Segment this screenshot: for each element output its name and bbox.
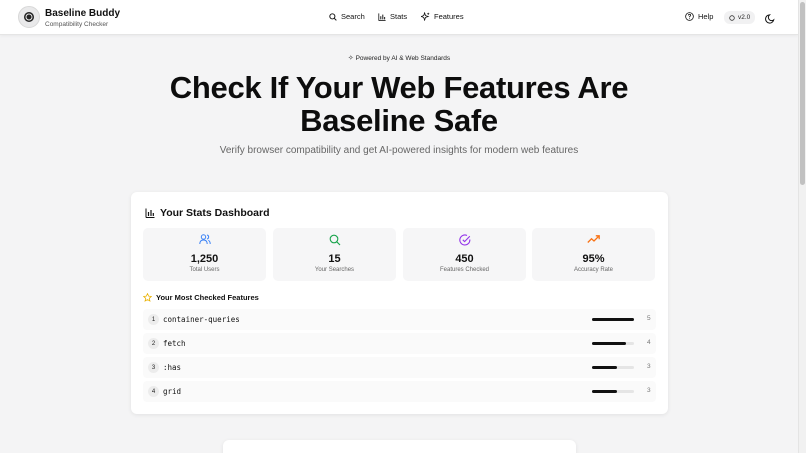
features-title-label: Your Most Checked Features xyxy=(156,293,259,302)
hero-subtitle: Verify browser compatibility and get AI-… xyxy=(219,145,579,156)
nav-stats-label: Stats xyxy=(390,12,408,21)
features-title: Your Most Checked Features xyxy=(143,293,259,302)
circle-icon xyxy=(729,14,735,21)
theme-toggle[interactable] xyxy=(765,11,776,29)
moon-icon xyxy=(765,14,775,24)
feature-row[interactable]: 2 fetch 4 xyxy=(143,333,656,354)
feature-bar-fill xyxy=(592,390,618,393)
feature-rank: 2 xyxy=(148,338,159,349)
stat-label: Features Checked xyxy=(439,267,490,273)
bar-chart-icon xyxy=(145,208,155,218)
next-section-card xyxy=(223,440,576,453)
feature-count: 4 xyxy=(647,339,651,346)
brand-subtitle: Compatibility Checker xyxy=(45,21,109,28)
feature-row[interactable]: 4 grid 3 xyxy=(143,381,656,402)
powered-label: Powered by AI & Web Standards xyxy=(355,55,451,62)
users-icon xyxy=(198,234,211,245)
help-button[interactable]: Help xyxy=(685,12,713,21)
sparkle-icon: ✧ xyxy=(347,55,354,62)
trending-up-icon xyxy=(587,235,600,243)
stat-label: Your Searches xyxy=(314,267,355,273)
stat-value: 95% xyxy=(582,253,605,265)
feature-bar-fill xyxy=(592,366,618,369)
feature-bar xyxy=(592,342,634,345)
nav-search-label: Search xyxy=(341,12,365,21)
hero-title-line1: Check If Your Web Features Are xyxy=(169,70,629,105)
feature-bar xyxy=(592,318,634,321)
hero-title-line2: Baseline Safe xyxy=(300,103,498,138)
stat-total-users: 1,250 Total Users xyxy=(143,228,266,281)
feature-name: container-queries xyxy=(163,315,240,324)
feature-name: :has xyxy=(163,363,182,372)
hero-title: Check If Your Web Features Are Baseline … xyxy=(0,71,798,137)
nav-search[interactable]: Search xyxy=(329,12,365,21)
feature-count: 3 xyxy=(647,387,651,394)
stats-dashboard-card: Your Stats Dashboard 1,250 Total Users 1… xyxy=(131,192,668,414)
powered-badge: ✧ Powered by AI & Web Standards xyxy=(0,54,798,62)
version-badge: v2.0 xyxy=(724,11,756,24)
feature-count: 5 xyxy=(647,315,651,322)
search-icon xyxy=(329,12,337,21)
help-circle-icon xyxy=(685,12,694,21)
feature-bar-fill xyxy=(592,318,634,321)
stat-value: 1,250 xyxy=(190,253,219,265)
nav-stats[interactable]: Stats xyxy=(378,12,407,21)
stat-your-searches: 15 Your Searches xyxy=(273,228,396,281)
scrollbar-thumb[interactable] xyxy=(800,2,805,185)
feature-bar xyxy=(592,390,634,393)
check-circle-icon xyxy=(458,234,470,246)
logo[interactable] xyxy=(18,6,40,28)
feature-row[interactable]: 3 :has 3 xyxy=(143,357,656,378)
feature-bar-fill xyxy=(592,342,626,345)
version-label: v2.0 xyxy=(738,14,751,21)
stat-label: Total Users xyxy=(189,267,220,273)
feature-row[interactable]: 1 container-queries 5 xyxy=(143,309,656,330)
sparkles-icon xyxy=(421,12,430,21)
feature-count: 3 xyxy=(647,363,651,370)
stat-accuracy-rate: 95% Accuracy Rate xyxy=(532,228,655,281)
stat-label: Accuracy Rate xyxy=(573,267,613,273)
nav-features[interactable]: Features xyxy=(421,12,464,21)
logo-icon xyxy=(24,12,34,22)
dashboard-title-label: Your Stats Dashboard xyxy=(160,207,270,219)
search-icon xyxy=(329,234,340,246)
dashboard-title: Your Stats Dashboard xyxy=(145,207,270,219)
feature-name: fetch xyxy=(163,339,186,348)
feature-rank: 1 xyxy=(148,314,159,325)
bar-chart-icon xyxy=(378,12,386,21)
stat-value: 450 xyxy=(455,253,474,265)
feature-rank: 3 xyxy=(148,362,159,373)
nav-features-label: Features xyxy=(434,12,464,21)
feature-rank: 4 xyxy=(148,386,159,397)
help-label: Help xyxy=(698,12,714,21)
top-header: Baseline Buddy Compatibility Checker Sea… xyxy=(0,0,798,35)
stat-features-checked: 450 Features Checked xyxy=(403,228,526,281)
brand-title: Baseline Buddy xyxy=(45,8,121,19)
star-icon xyxy=(143,293,152,302)
feature-bar xyxy=(592,366,634,369)
feature-name: grid xyxy=(163,387,182,396)
stat-value: 15 xyxy=(328,253,341,265)
